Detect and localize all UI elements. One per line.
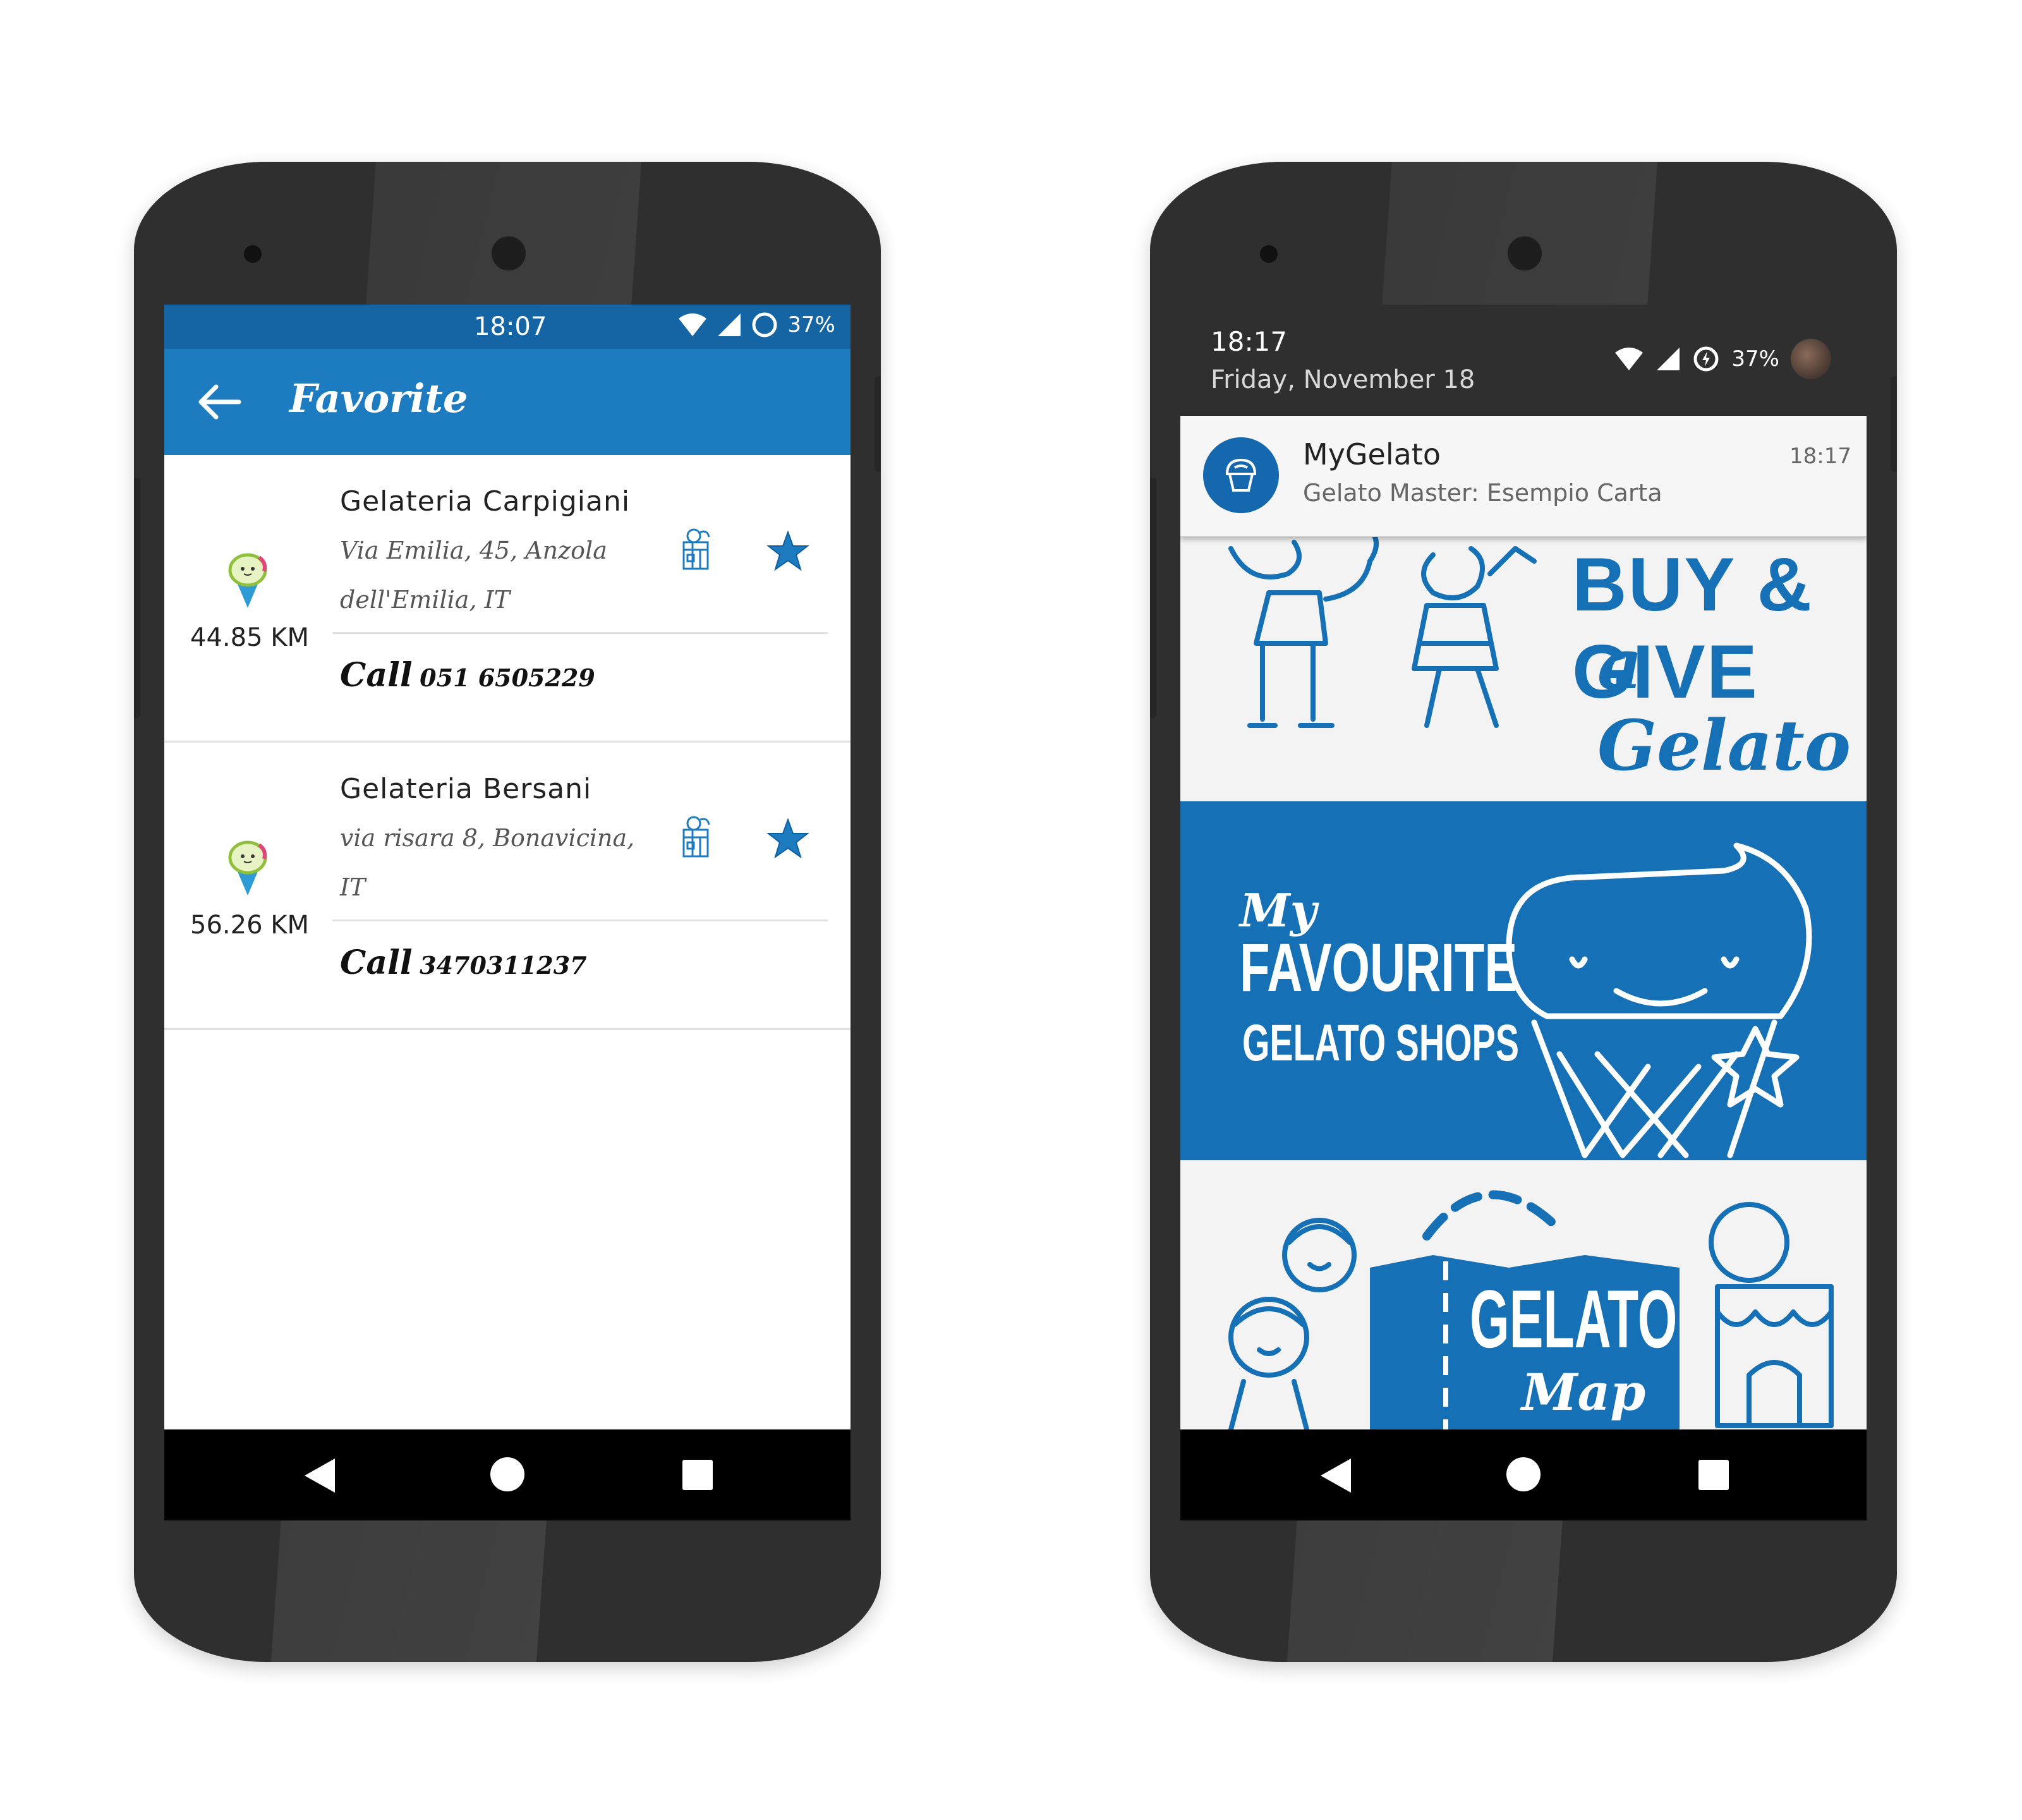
status-time: 18:07 xyxy=(474,312,547,341)
shop-name: Gelateria Carpigiani xyxy=(340,485,631,518)
notification-shade-header: 18:17 Friday, November 18 37% xyxy=(1180,305,1867,416)
app-bar: Favorite xyxy=(164,349,851,455)
ice-cream-mascot-illustration xyxy=(1506,842,1812,1158)
call-label: Call xyxy=(340,656,413,695)
phone-right: 18:17 Friday, November 18 37% MyGelato G… xyxy=(1150,162,1897,1662)
notification-message: Gelato Master: Esempio Carta xyxy=(1303,479,1662,507)
power-button xyxy=(875,377,881,471)
banner-subline: a Gelato xyxy=(1597,623,1851,786)
favorites-screen: 18:07 37% Favorite 44.85 KM Gelateria Ca… xyxy=(164,305,851,1520)
distance-label: 44.85 KM xyxy=(190,623,309,652)
distance-label: 56.26 KM xyxy=(190,911,309,940)
nav-home-icon[interactable] xyxy=(490,1457,524,1491)
list-item[interactable]: 44.85 KM Gelateria Carpigiani Via Emilia… xyxy=(164,455,851,743)
volume-button xyxy=(1150,478,1156,718)
star-icon[interactable] xyxy=(766,817,810,861)
front-camera xyxy=(492,236,526,270)
row-divider xyxy=(332,632,828,634)
banner-map: Map xyxy=(1522,1362,1646,1422)
status-icons: 37% xyxy=(677,311,835,339)
gelato-pin-icon xyxy=(228,553,267,608)
navigation-bar xyxy=(164,1429,851,1520)
call-label: Call xyxy=(340,943,413,982)
notification-screen: 18:17 Friday, November 18 37% MyGelato G… xyxy=(1180,305,1867,1520)
nav-back-icon[interactable] xyxy=(302,1457,336,1494)
sync-icon xyxy=(752,312,777,337)
user-avatar[interactable] xyxy=(1791,339,1831,379)
battery-percent: 37% xyxy=(787,312,835,337)
gelato-map-banner[interactable]: GELATO Map xyxy=(1180,1160,1867,1429)
wifi-icon xyxy=(679,313,707,336)
page-title: Favorite xyxy=(289,375,468,422)
notification-time: 18:17 xyxy=(1789,444,1851,469)
row-divider xyxy=(332,919,828,921)
call-link[interactable]: Call 3470311237 xyxy=(340,943,587,982)
signal-icon xyxy=(1657,348,1680,370)
nav-home-icon[interactable] xyxy=(1506,1457,1541,1491)
favourite-shops-banner[interactable]: My FAVOURITE GELATO SHOPS xyxy=(1180,801,1867,1160)
status-bar: 18:07 37% xyxy=(164,305,851,349)
phone-left: 18:07 37% Favorite 44.85 KM Gelateria Ca… xyxy=(134,162,881,1662)
gelato-pin-icon xyxy=(228,840,267,895)
shop-address: via risara 8, Bonavicina, IT xyxy=(340,824,635,901)
wifi-icon xyxy=(1615,348,1644,370)
back-arrow-icon[interactable] xyxy=(195,377,245,427)
battery-charging-icon xyxy=(1693,346,1719,372)
shade-date: Friday, November 18 xyxy=(1211,365,1475,394)
shade-time: 18:17 xyxy=(1211,326,1288,357)
notification-app-name: MyGelato xyxy=(1303,437,1441,471)
notification-card[interactable]: MyGelato Gelato Master: Esempio Carta 18… xyxy=(1180,416,1867,537)
signal-icon xyxy=(718,313,741,336)
star-icon[interactable] xyxy=(766,530,810,574)
banner-gelato: GELATO xyxy=(1470,1273,1678,1365)
list-item[interactable]: 56.26 KM Gelateria Bersani via risara 8,… xyxy=(164,743,851,1030)
gelato-cart-icon[interactable] xyxy=(680,815,715,863)
phone-number: 3470311237 xyxy=(420,951,587,980)
sensor-dot xyxy=(1260,245,1278,263)
front-camera xyxy=(1508,236,1542,270)
buy-give-gelato-banner[interactable]: BUY & GIVE a Gelato xyxy=(1180,536,1867,801)
sensor-dot xyxy=(244,245,262,263)
navigation-bar xyxy=(1180,1429,1867,1520)
nav-recents-icon[interactable] xyxy=(1698,1460,1729,1490)
gelato-cart-icon[interactable] xyxy=(680,527,715,575)
phone-number: 051 6505229 xyxy=(420,664,595,692)
battery-percent: 37% xyxy=(1731,346,1779,372)
volume-button xyxy=(134,478,140,718)
nav-back-icon[interactable] xyxy=(1318,1457,1352,1494)
gelato-app-icon xyxy=(1203,437,1279,513)
shop-name: Gelateria Bersani xyxy=(340,773,592,805)
status-icons: 37% xyxy=(1614,339,1831,379)
shop-address: Via Emilia, 45, Anzola dell'Emilia, IT xyxy=(340,537,607,614)
power-button xyxy=(1891,377,1897,471)
nav-recents-icon[interactable] xyxy=(682,1460,713,1490)
call-link[interactable]: Call 051 6505229 xyxy=(340,656,595,695)
